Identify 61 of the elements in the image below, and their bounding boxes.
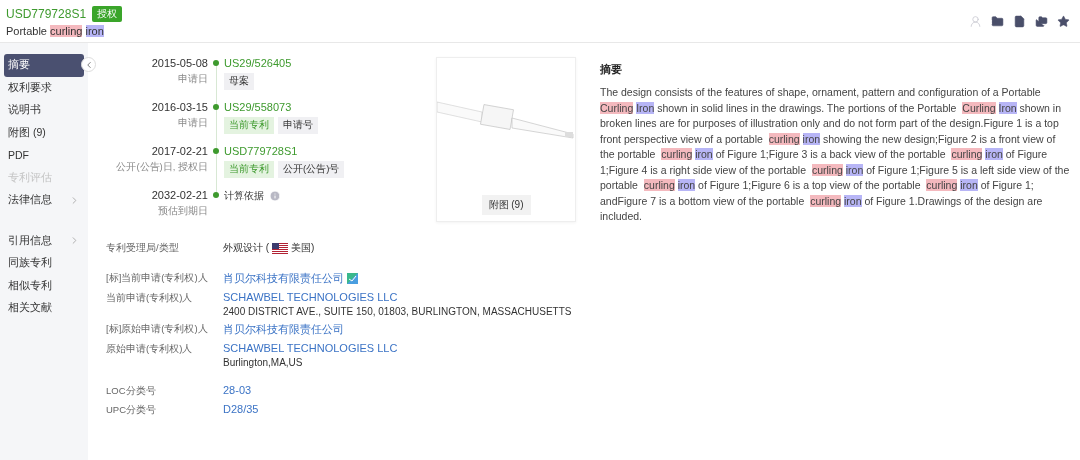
flag-icon: [272, 242, 289, 254]
info-label: UPC分类号: [106, 403, 158, 417]
sidebar-item[interactable]: 法律信息: [4, 189, 84, 212]
applicant-link[interactable]: 肖贝尔科技有限责任公司: [223, 322, 344, 337]
timeline-dot: [213, 148, 219, 154]
abstract-heading: 摘要: [600, 62, 623, 77]
sidebar-item[interactable]: 附图 (9): [4, 121, 84, 144]
info-value: 2400 DISTRICT AVE., SUITE 150, 01803, BURLINGTON, MASSACHUSETTS: [223, 306, 572, 317]
event-date: 2032-02-21: [151, 189, 208, 201]
tag: 申请号: [278, 117, 318, 134]
sidebar-item[interactable]: 引用信息: [4, 229, 84, 252]
star-icon[interactable]: [1057, 14, 1070, 28]
applicant-link[interactable]: 肖贝尔科技有限责任公司: [223, 271, 344, 286]
patent-link[interactable]: USD779728S1: [224, 145, 298, 157]
abstract-text: The design consists of the features of shape, ornament, pattern and configuration of a Portable Curling Iron shown in solid lines in the drawings. The portions of the Portable Curling Iron shown in broken lines are for purposes of illustration only and do not form part of the design.Figure 1 is a top front perspective view of a portable curling iron showing the new design;Figure 2 is a front view of the portable curling iron of Figure 1;Figure 3 is a back view of the portable curling iron of Figure 1;Figure 4 is a right side view of the portable curling iron of Figure 1;Figure 5 is a left side view of the portable curling iron of Figure 1;Figure 6 is a top view of the portable curling iron of Figure 1; andFigure 7 is a bottom view of the portable curling iron of Figure 1.Drawings of the design are included.: [600, 85, 1071, 224]
tag: 母案: [224, 73, 254, 90]
sidebar-item[interactable]: PDF: [4, 144, 84, 167]
tag: 当前专利: [224, 117, 274, 134]
timeline-dot: [213, 104, 219, 110]
patent-title: Portable curling iron: [6, 24, 105, 37]
info-label: [标]原始申请(专利权)人: [106, 322, 209, 336]
info-label: 专利受理局/类型: [106, 241, 180, 255]
applicant-link[interactable]: SCHAWBEL TECHNOLOGIES LLC: [223, 342, 398, 354]
figure-label: 附图 (9): [481, 195, 531, 215]
patent-number: USD779728S1: [6, 6, 87, 21]
sidebar-item[interactable]: 相关文献: [4, 297, 84, 320]
event-caption: 申请日: [178, 117, 208, 130]
info-value: 外观设计 (: [223, 241, 270, 255]
status-badge: 授权: [92, 5, 123, 22]
event-date: 2016-03-15: [151, 101, 208, 113]
applicant-link[interactable]: SCHAWBEL TECHNOLOGIES LLC: [223, 291, 398, 303]
sidebar-item[interactable]: 权利要求: [4, 76, 84, 99]
event-caption: 公开(公告)日, 授权日: [116, 161, 208, 174]
figure-card[interactable]: 附图 (9): [436, 57, 576, 222]
timeline-dot: [213, 60, 219, 66]
info-value: 美国): [291, 241, 315, 255]
applicant-link[interactable]: 28-03: [223, 384, 252, 396]
event-caption: 申请日: [178, 73, 208, 86]
info-label: [标]当前申请(专利权)人: [106, 271, 209, 285]
info-label: 原始申请(专利权)人: [106, 342, 194, 356]
event-date: 2015-05-08: [151, 57, 208, 69]
event-caption: 预估到期日: [158, 205, 208, 218]
patent-link[interactable]: US29/558073: [224, 101, 292, 113]
folder-icon[interactable]: [991, 14, 1004, 28]
info-label: 当前申请(专利权)人: [106, 291, 194, 305]
event-title: 计算依据: [224, 189, 264, 203]
sidebar-item[interactable]: 摘要: [4, 54, 84, 77]
timeline-dot: [213, 192, 219, 198]
patent-link[interactable]: US29/526405: [224, 57, 292, 69]
sidebar-item[interactable]: 相似专利: [4, 274, 84, 297]
tag: 公开(公告)号: [278, 161, 345, 178]
sidebar-item[interactable]: 同族专利: [4, 252, 84, 275]
folders-icon[interactable]: [1035, 14, 1048, 28]
sidebar-item[interactable]: 说明书: [4, 99, 84, 122]
info-value: Burlington,MA,US: [223, 357, 303, 368]
badge-icon: [347, 273, 358, 284]
tag: 当前专利: [224, 161, 274, 178]
info-label: LOC分类号: [106, 384, 157, 398]
event-date: 2017-02-21: [151, 145, 208, 157]
applicant-link[interactable]: D28/35: [223, 403, 259, 415]
report-icon[interactable]: [1013, 14, 1026, 28]
